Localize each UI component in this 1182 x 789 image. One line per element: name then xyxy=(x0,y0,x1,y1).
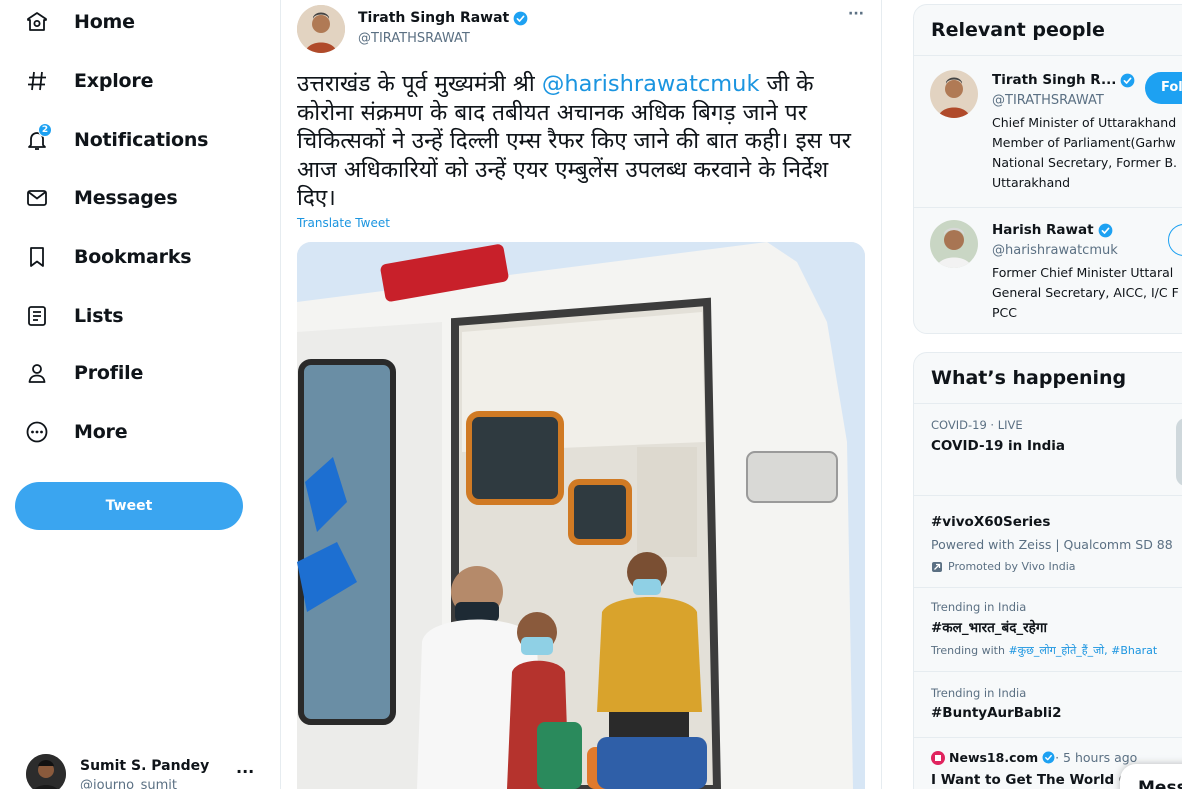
relevant-person[interactable]: Tirath Singh R... @TIRATHSRAWAT Chief Mi… xyxy=(914,55,1182,207)
tweet-text: उत्तराखंड के पूर्व मुख्यमंत्री श्री @har… xyxy=(297,70,872,213)
account-name: Sumit S. Pandey xyxy=(80,758,210,774)
avatar xyxy=(26,754,66,789)
verified-badge-icon xyxy=(1098,223,1112,237)
nav-label-profile: Profile xyxy=(74,362,144,384)
relevant-person-handle: @TIRATHSRAWAT xyxy=(992,93,1104,108)
nav-bookmarks[interactable]: Bookmarks xyxy=(22,237,192,277)
account-handle: @journo_sumit xyxy=(80,778,177,789)
nav-explore[interactable]: Explore xyxy=(22,61,153,101)
avatar[interactable] xyxy=(930,70,978,118)
relevant-person-name-text: Tirath Singh R... xyxy=(992,72,1117,88)
trend-title: #vivoX60Series xyxy=(931,514,1051,530)
verified-badge-icon xyxy=(1120,73,1135,87)
trend-meta: Trending in India xyxy=(931,686,1027,700)
avatar[interactable] xyxy=(930,220,978,268)
tweet-author-name[interactable]: Tirath Singh Rawat xyxy=(358,10,528,26)
relevant-people-panel: Relevant people Tirath Singh R... @TIRAT… xyxy=(913,4,1182,334)
relevant-person-handle: @harishrawatcmuk xyxy=(992,243,1118,258)
news-headline: I Want to Get The World Cu xyxy=(931,772,1139,788)
relevant-person-bio: Former Chief Minister Uttaral General Se… xyxy=(992,265,1179,320)
trend-meta: COVID-19 · LIVE xyxy=(931,418,1023,432)
news-source: News18.com · 5 hours ago xyxy=(931,750,1137,765)
account-switcher[interactable]: Sumit S. Pandey @journo_sumit ··· xyxy=(26,752,266,789)
trend-item[interactable]: COVID-19 · LIVE COVID-19 in India xyxy=(914,403,1182,495)
account-more-icon[interactable]: ··· xyxy=(236,762,254,781)
follow-button[interactable]: Fol xyxy=(1145,72,1182,104)
whats-happening-title: What’s happening xyxy=(931,367,1127,389)
trend-title: #कल_भारत_बंद_रहेगा xyxy=(931,620,1047,636)
tweet-author-name-text: Tirath Singh Rawat xyxy=(358,10,510,26)
follow-button[interactable] xyxy=(1168,224,1182,256)
tweet-more-icon[interactable]: ··· xyxy=(848,6,864,22)
ambulance-photo[interactable] xyxy=(297,242,865,789)
relevant-person-name[interactable]: Tirath Singh R... xyxy=(992,72,1135,88)
trend-subtitle: Powered with Zeiss | Qualcomm SD 88 xyxy=(931,537,1173,552)
news-time: · 5 hours ago xyxy=(1055,750,1138,765)
trend-item[interactable]: Trending in India #कल_भारत_बंद_रहेगा Tre… xyxy=(914,587,1182,671)
right-sidebar: Relevant people Tirath Singh R... @TIRAT… xyxy=(913,0,1182,789)
nav-label-home: Home xyxy=(74,11,135,33)
nav-label-more: More xyxy=(74,421,128,443)
list-icon xyxy=(22,301,52,331)
nav-profile[interactable]: Profile xyxy=(22,353,143,393)
nav-label-bookmarks: Bookmarks xyxy=(74,246,192,268)
tweet-author-handle[interactable]: @TIRATHSRAWAT xyxy=(358,31,470,46)
trend-item[interactable]: Trending in India #BuntyAurBabli2 xyxy=(914,671,1182,737)
verified-badge-icon xyxy=(513,11,528,25)
avatar[interactable] xyxy=(297,5,345,53)
trend-item-promoted[interactable]: #vivoX60Series Powered with Zeiss | Qual… xyxy=(914,495,1182,587)
relevant-people-title: Relevant people xyxy=(931,19,1105,41)
nav-notifications[interactable]: 2 Notifications xyxy=(22,120,208,160)
promoted-label: Promoted by Vivo India xyxy=(931,560,1076,573)
trend-title: COVID-19 in India xyxy=(931,438,1066,454)
home-icon xyxy=(22,7,52,37)
relevant-person[interactable]: Harish Rawat @harishrawatcmuk Former Chi… xyxy=(914,207,1182,335)
nav-label-notifications: Notifications xyxy=(74,129,209,151)
news-source-name: News18.com xyxy=(949,750,1039,765)
whats-happening-panel: What’s happening COVID-19 · LIVE COVID-1… xyxy=(913,352,1182,789)
bell-icon: 2 xyxy=(22,123,52,155)
relevant-person-name[interactable]: Harish Rawat xyxy=(992,222,1113,238)
trend-title: #BuntyAurBabli2 xyxy=(931,705,1062,721)
translate-tweet-link[interactable]: Translate Tweet xyxy=(297,216,390,230)
nav-label-messages: Messages xyxy=(74,187,178,209)
tweet-detail: Tirath Singh Rawat @TIRATHSRAWAT ··· उत्… xyxy=(282,0,882,789)
nav-label-lists: Lists xyxy=(74,305,124,327)
relevant-person-name-text: Harish Rawat xyxy=(992,222,1094,238)
nav-more[interactable]: More xyxy=(22,412,128,452)
promoted-text: Promoted by Vivo India xyxy=(948,560,1076,573)
left-navigation: Home Explore 2 Notifications Messages Bo… xyxy=(0,0,281,789)
notification-badge: 2 xyxy=(38,123,52,137)
trend-related-prefix: Trending with xyxy=(931,644,1009,657)
nav-home[interactable]: Home xyxy=(22,2,135,42)
more-circle-icon xyxy=(22,417,52,447)
tweet-text-part: उत्तराखंड के पूर्व मुख्यमंत्री श्री xyxy=(297,71,542,97)
promoted-icon xyxy=(932,561,942,572)
nav-messages[interactable]: Messages xyxy=(22,178,178,218)
relevant-person-bio: Chief Minister of Uttarakhand Member of … xyxy=(992,115,1177,190)
trend-thumbnail xyxy=(1176,418,1182,486)
tweet-button[interactable]: Tweet xyxy=(15,482,243,530)
verified-badge-icon xyxy=(1042,751,1055,764)
person-icon xyxy=(22,358,52,388)
news18-logo-icon xyxy=(931,750,945,765)
envelope-icon xyxy=(22,183,52,213)
nav-label-explore: Explore xyxy=(74,70,154,92)
tweet-mention-link[interactable]: @harishrawatcmuk xyxy=(542,71,760,97)
hashtag-icon xyxy=(22,66,52,96)
messages-drawer[interactable]: Mess xyxy=(1120,764,1182,789)
trend-related: Trending with #कुछ_लोग_होते_हैं_जो, #Bha… xyxy=(931,643,1157,658)
bookmark-icon xyxy=(22,242,52,272)
trend-related-links[interactable]: #कुछ_लोग_होते_हैं_जो, #Bharat xyxy=(1008,644,1157,657)
trend-meta: Trending in India xyxy=(931,600,1027,614)
nav-lists[interactable]: Lists xyxy=(22,296,124,336)
